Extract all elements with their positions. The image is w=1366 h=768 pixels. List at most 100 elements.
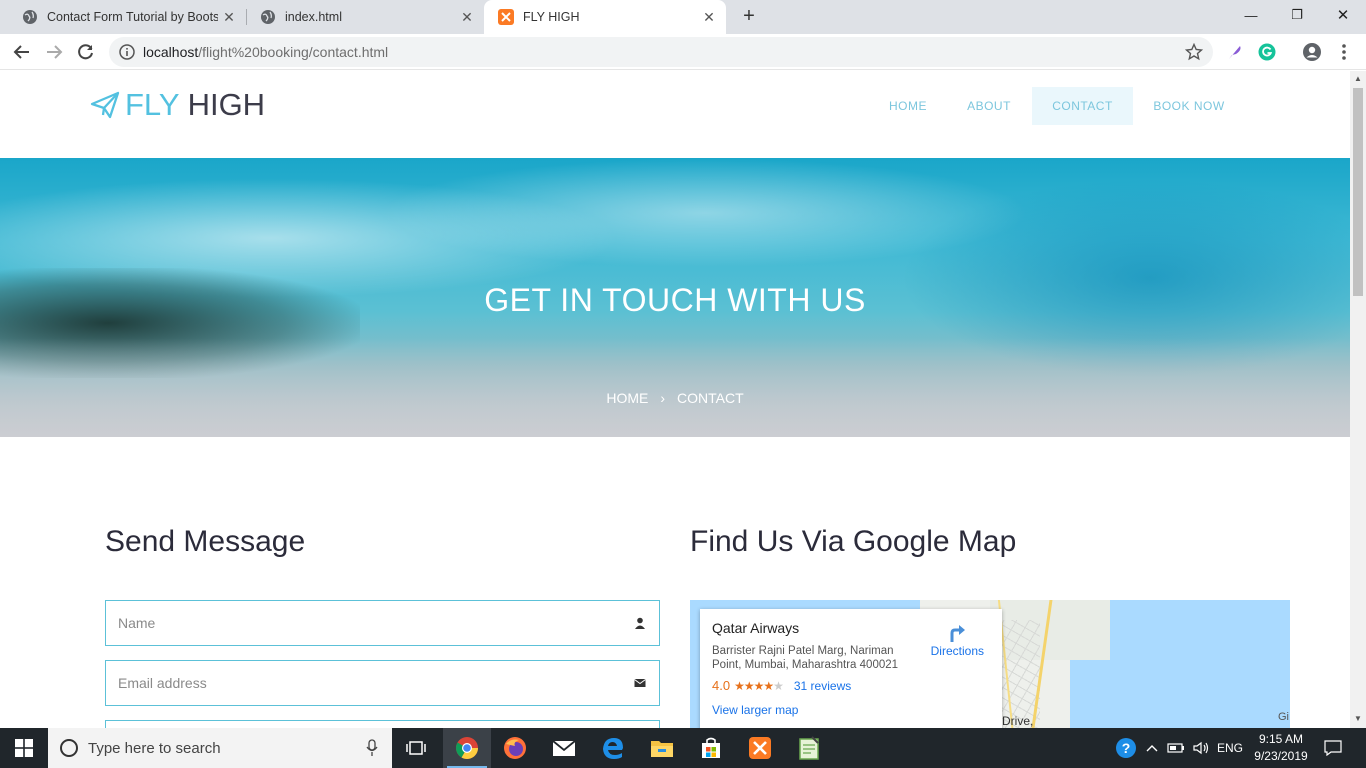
taskbar-clock[interactable]: 9:15 AM 9/23/2019 xyxy=(1246,731,1316,765)
chrome-taskbar-icon[interactable] xyxy=(443,728,491,768)
nav-contact[interactable]: CONTACT xyxy=(1032,87,1133,125)
notepad-taskbar-icon[interactable] xyxy=(785,728,833,768)
tab-contact-form-tutorial[interactable]: Contact Form Tutorial by Bootstr ✕ xyxy=(8,0,246,34)
scroll-down-icon[interactable]: ▼ xyxy=(1354,714,1362,723)
view-larger-map-link[interactable]: View larger map xyxy=(712,703,990,717)
reload-button[interactable] xyxy=(74,40,98,64)
file-explorer-taskbar-icon[interactable] xyxy=(638,728,686,768)
arrow-right-icon xyxy=(47,45,63,59)
nav-about[interactable]: ABOUT xyxy=(952,87,1026,125)
grammarly-icon[interactable] xyxy=(1257,42,1277,62)
breadcrumb: HOME › CONTACT xyxy=(0,390,1350,406)
paper-plane-icon xyxy=(90,91,120,119)
back-button[interactable] xyxy=(10,40,34,64)
user-icon xyxy=(633,616,647,630)
nav-book-now[interactable]: BOOK NOW xyxy=(1142,87,1236,125)
scroll-up-icon[interactable]: ▲ xyxy=(1354,74,1362,83)
send-message-title: Send Message xyxy=(105,525,306,558)
reviews-link[interactable]: 31 reviews xyxy=(794,679,851,693)
map-corner-label: Gi xyxy=(1278,711,1289,723)
site-header: FLY HIGH HOME ABOUT CONTACT BOOK NOW xyxy=(0,71,1350,158)
scrollbar-thumb[interactable] xyxy=(1353,88,1363,296)
url-host: localhost xyxy=(143,44,199,60)
breadcrumb-home[interactable]: HOME xyxy=(606,390,648,406)
tab-index-html[interactable]: index.html ✕ xyxy=(246,0,484,34)
restore-button[interactable]: ❐ xyxy=(1274,0,1320,30)
store-taskbar-icon[interactable] xyxy=(687,728,735,768)
map-section-title: Find Us Via Google Map xyxy=(690,525,1017,558)
xampp-taskbar-icon[interactable] xyxy=(736,728,784,768)
directions-icon xyxy=(950,625,966,642)
bookmark-star-icon[interactable] xyxy=(1184,42,1204,64)
envelope-icon xyxy=(633,676,647,690)
search-placeholder: Type here to search xyxy=(88,739,221,757)
google-map[interactable]: arine Drive, Gi Qatar Airways Barrister … xyxy=(690,600,1290,728)
reload-icon xyxy=(78,44,93,60)
place-address: Barrister Rajni Patel Marg, Nariman Poin… xyxy=(712,645,899,671)
start-button[interactable] xyxy=(0,728,48,768)
email-field[interactable]: Email address xyxy=(105,660,660,706)
close-icon[interactable]: ✕ xyxy=(698,9,720,26)
microphone-icon[interactable] xyxy=(366,739,378,761)
globe-icon xyxy=(260,9,276,25)
info-icon[interactable] xyxy=(119,44,135,60)
notification-icon[interactable] xyxy=(1318,728,1348,768)
edge-taskbar-icon[interactable] xyxy=(589,728,637,768)
email-placeholder: Email address xyxy=(118,675,207,691)
name-field[interactable]: Name xyxy=(105,600,660,646)
volume-icon[interactable] xyxy=(1190,728,1212,768)
xampp-icon xyxy=(498,9,514,25)
tab-title: FLY HIGH xyxy=(523,10,580,24)
logo-fly: FLY xyxy=(125,87,180,122)
browser-toolbar: localhost/flight%20booking/contact.html xyxy=(0,34,1366,70)
logo-high: HIGH xyxy=(187,87,266,122)
cortana-icon xyxy=(60,739,78,757)
close-window-button[interactable]: ✕ xyxy=(1320,0,1366,30)
windows-taskbar: Type here to search ? ENG 9:15 AM 9/23/2… xyxy=(0,728,1366,768)
tab-title: Contact Form Tutorial by Bootstr xyxy=(47,10,218,24)
map-info-card: Qatar Airways Barrister Rajni Patel Marg… xyxy=(700,609,1002,728)
page-scrollbar[interactable]: ▲ ▼ xyxy=(1350,71,1366,728)
globe-icon xyxy=(22,9,38,25)
hero-cloud xyxy=(380,158,1030,268)
battery-icon[interactable] xyxy=(1164,728,1188,768)
page-viewport: FLY HIGH HOME ABOUT CONTACT BOOK NOW GET… xyxy=(0,71,1350,728)
tab-fly-high[interactable]: FLY HIGH ✕ xyxy=(484,0,726,34)
new-tab-button[interactable]: + xyxy=(738,5,760,28)
forward-button[interactable] xyxy=(42,40,66,64)
arrow-left-icon xyxy=(13,45,29,59)
tab-title: index.html xyxy=(285,10,342,24)
message-field[interactable] xyxy=(105,720,660,728)
taskbar-search[interactable]: Type here to search xyxy=(48,728,392,768)
windows-logo-icon xyxy=(15,739,33,757)
browser-tab-bar: Contact Form Tutorial by Bootstr ✕ index… xyxy=(0,0,1366,34)
rating-value: 4.0 xyxy=(712,678,731,693)
close-icon[interactable]: ✕ xyxy=(456,9,478,26)
language-indicator[interactable]: ENG xyxy=(1214,728,1246,768)
rating-stars-icon: ★★★★★ xyxy=(734,678,784,693)
task-view-icon[interactable] xyxy=(392,728,440,768)
minimize-button[interactable]: — xyxy=(1228,0,1274,30)
chevron-right-icon: › xyxy=(660,390,666,406)
directions-button[interactable]: Directions xyxy=(931,622,984,658)
firefox-taskbar-icon[interactable] xyxy=(491,728,539,768)
clock-time: 9:15 AM xyxy=(1258,732,1304,746)
place-rating: 4.0 ★★★★★ 31 reviews xyxy=(712,678,990,693)
mail-taskbar-icon[interactable] xyxy=(540,728,588,768)
close-icon[interactable]: ✕ xyxy=(218,9,240,26)
hero-beach xyxy=(0,338,1350,437)
directions-label: Directions xyxy=(930,644,984,658)
hero-title: GET IN TOUCH WITH US xyxy=(484,282,866,318)
feather-extension-icon[interactable] xyxy=(1225,42,1245,62)
help-icon[interactable]: ? xyxy=(1112,728,1140,768)
breadcrumb-current: CONTACT xyxy=(677,390,744,406)
name-placeholder: Name xyxy=(118,615,156,631)
profile-icon[interactable] xyxy=(1302,42,1322,62)
svg-text:?: ? xyxy=(1122,740,1131,756)
menu-kebab-icon[interactable] xyxy=(1334,42,1354,62)
site-logo[interactable]: FLY HIGH xyxy=(90,87,265,123)
clock-date: 9/23/2019 xyxy=(1254,749,1308,763)
nav-home[interactable]: HOME xyxy=(872,87,944,125)
chevron-up-icon[interactable] xyxy=(1142,728,1162,768)
address-bar[interactable]: localhost/flight%20booking/contact.html xyxy=(109,37,1213,67)
